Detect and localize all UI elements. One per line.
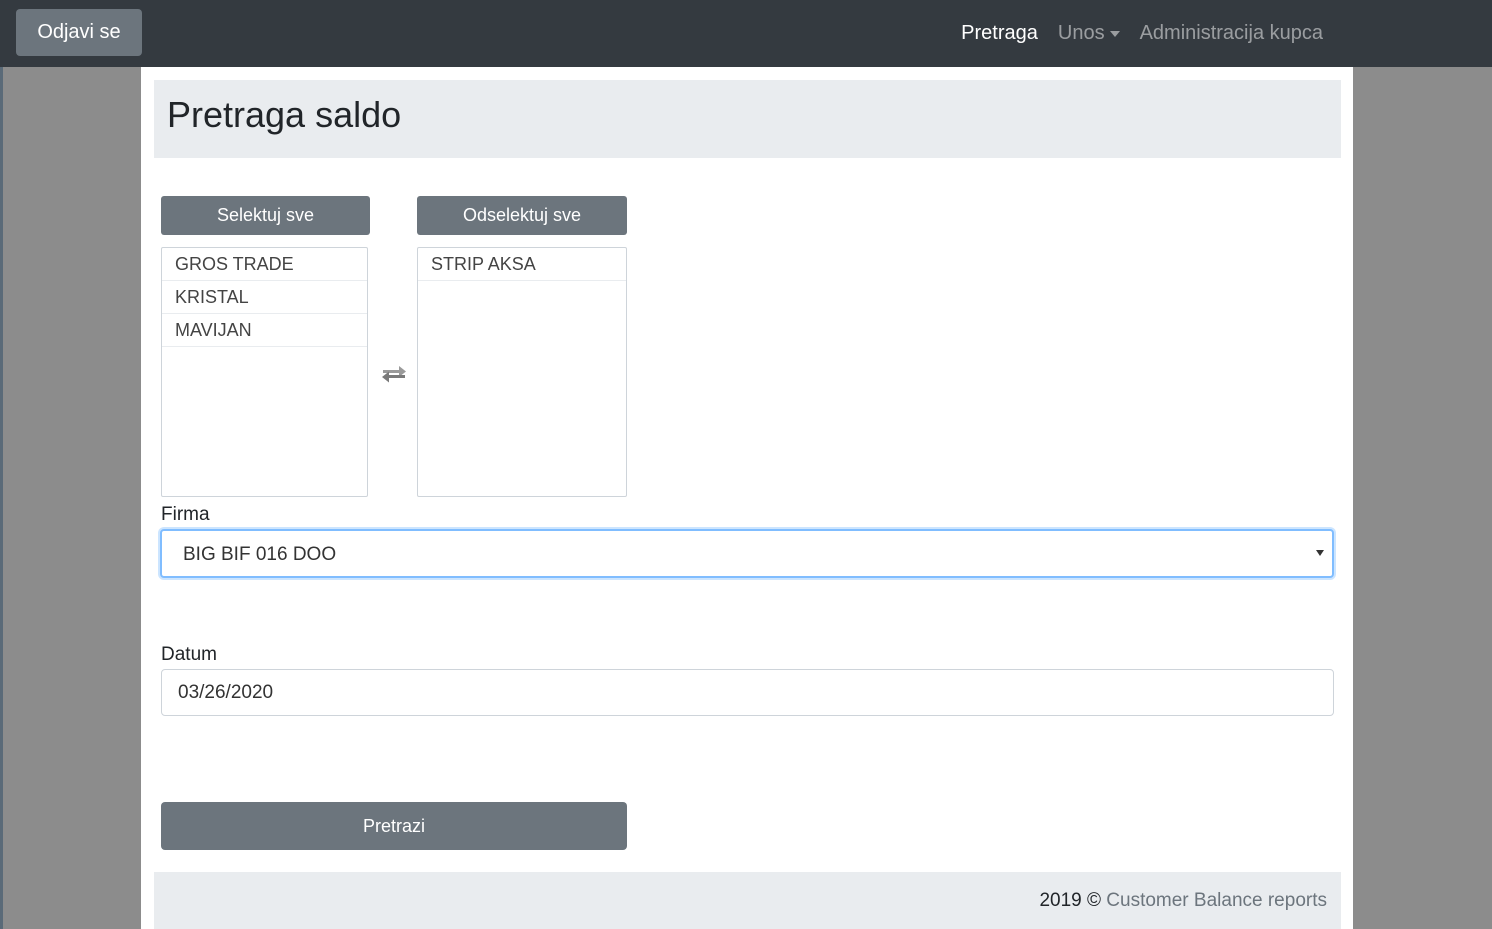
selected-list[interactable]: STRIP AKSA — [417, 247, 627, 497]
dropdown-arrow-icon — [1316, 550, 1324, 556]
firma-label: Firma — [161, 504, 210, 525]
datum-label: Datum — [161, 644, 217, 665]
page-header: Pretraga saldo — [154, 80, 1341, 158]
nav-link-pretraga[interactable]: Pretraga — [961, 22, 1038, 45]
nav-link-administracija[interactable]: Administracija kupca — [1140, 22, 1323, 45]
deselect-all-button[interactable]: Odselektuj sve — [417, 196, 627, 235]
caret-down-icon — [1109, 30, 1120, 37]
page-title: Pretraga saldo — [167, 94, 402, 135]
firma-select[interactable]: BIG BIF 016 DOO — [160, 529, 1334, 578]
list-item[interactable]: STRIP AKSA — [418, 248, 626, 281]
datum-input[interactable]: 03/26/2020 — [161, 669, 1334, 716]
firma-select-value: BIG BIF 016 DOO — [183, 544, 337, 565]
main-container: Pretraga saldo Selektuj sve Odselektuj s… — [141, 67, 1353, 929]
logout-button[interactable]: Odjavi se — [16, 9, 142, 56]
nav-links: Pretraga Unos Administracija kupca — [941, 0, 1323, 67]
search-button[interactable]: Pretrazi — [161, 802, 627, 850]
list-item[interactable]: GROS TRADE — [162, 248, 367, 281]
available-list[interactable]: GROS TRADE KRISTAL MAVIJAN — [161, 247, 368, 497]
list-item[interactable]: KRISTAL — [162, 281, 367, 314]
footer: 2019 © Customer Balance reports — [154, 872, 1341, 929]
nav-link-unos[interactable]: Unos — [1058, 22, 1120, 45]
select-all-button[interactable]: Selektuj sve — [161, 196, 370, 235]
nav-link-unos-label: Unos — [1057, 22, 1105, 44]
footer-copyright: 2019 © — [1039, 890, 1101, 911]
background-edge — [0, 0, 3, 929]
swap-arrows-icon[interactable] — [381, 362, 407, 384]
list-item[interactable]: MAVIJAN — [162, 314, 367, 347]
footer-text: 2019 © Customer Balance reports — [1039, 890, 1327, 912]
footer-link[interactable]: Customer Balance reports — [1106, 890, 1327, 911]
top-navbar: Odjavi se Pretraga Unos Administracija k… — [0, 0, 1492, 67]
datum-value: 03/26/2020 — [178, 682, 274, 703]
